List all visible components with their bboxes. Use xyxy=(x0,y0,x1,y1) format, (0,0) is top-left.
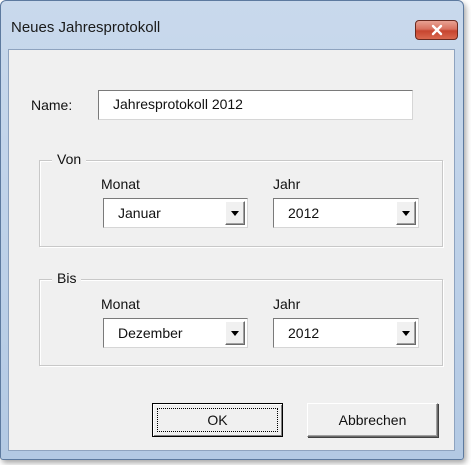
cancel-button[interactable]: Abbrechen xyxy=(307,403,438,437)
window-title: Neues Jahresprotokoll xyxy=(11,19,161,36)
chevron-down-icon xyxy=(402,330,410,336)
bis-year-select[interactable]: 2012 xyxy=(273,318,419,348)
bis-year-dropdown-button[interactable] xyxy=(396,321,416,345)
name-label: Name: xyxy=(31,97,73,113)
von-month-dropdown-button[interactable] xyxy=(225,201,245,225)
bis-year-label: Jahr xyxy=(273,296,301,312)
von-year-value: 2012 xyxy=(288,205,320,221)
focus-rectangle xyxy=(157,408,278,432)
von-month-select[interactable]: Januar xyxy=(103,198,248,228)
von-legend: Von xyxy=(52,151,87,167)
bis-month-select[interactable]: Dezember xyxy=(103,318,248,348)
dialog-client-area: Name: Jahresprotokoll 2012 Von Monat Jah… xyxy=(8,49,455,451)
cancel-button-label: Abbrechen xyxy=(338,412,407,428)
von-year-label: Jahr xyxy=(273,176,301,192)
dialog-window: Neues Jahresprotokoll Name: Jahresprotok… xyxy=(0,0,464,460)
close-button[interactable] xyxy=(415,20,458,40)
bis-group: Bis Monat Jahr Dezember 2012 xyxy=(39,270,443,366)
bis-legend: Bis xyxy=(52,270,82,286)
bis-month-dropdown-button[interactable] xyxy=(225,321,245,345)
ok-button[interactable]: OK xyxy=(152,403,283,437)
von-month-label: Monat xyxy=(101,176,140,192)
name-input[interactable]: Jahresprotokoll 2012 xyxy=(98,90,413,120)
chevron-down-icon xyxy=(231,330,239,336)
chevron-down-icon xyxy=(402,210,410,216)
von-group: Von Monat Jahr Januar 2012 xyxy=(39,151,443,247)
bis-year-value: 2012 xyxy=(288,325,320,341)
bis-month-value: Dezember xyxy=(118,325,183,341)
von-month-value: Januar xyxy=(118,205,161,221)
bis-month-label: Monat xyxy=(101,296,140,312)
von-year-select[interactable]: 2012 xyxy=(273,198,419,228)
von-year-dropdown-button[interactable] xyxy=(396,201,416,225)
chevron-down-icon xyxy=(231,210,239,216)
close-icon xyxy=(431,24,442,36)
